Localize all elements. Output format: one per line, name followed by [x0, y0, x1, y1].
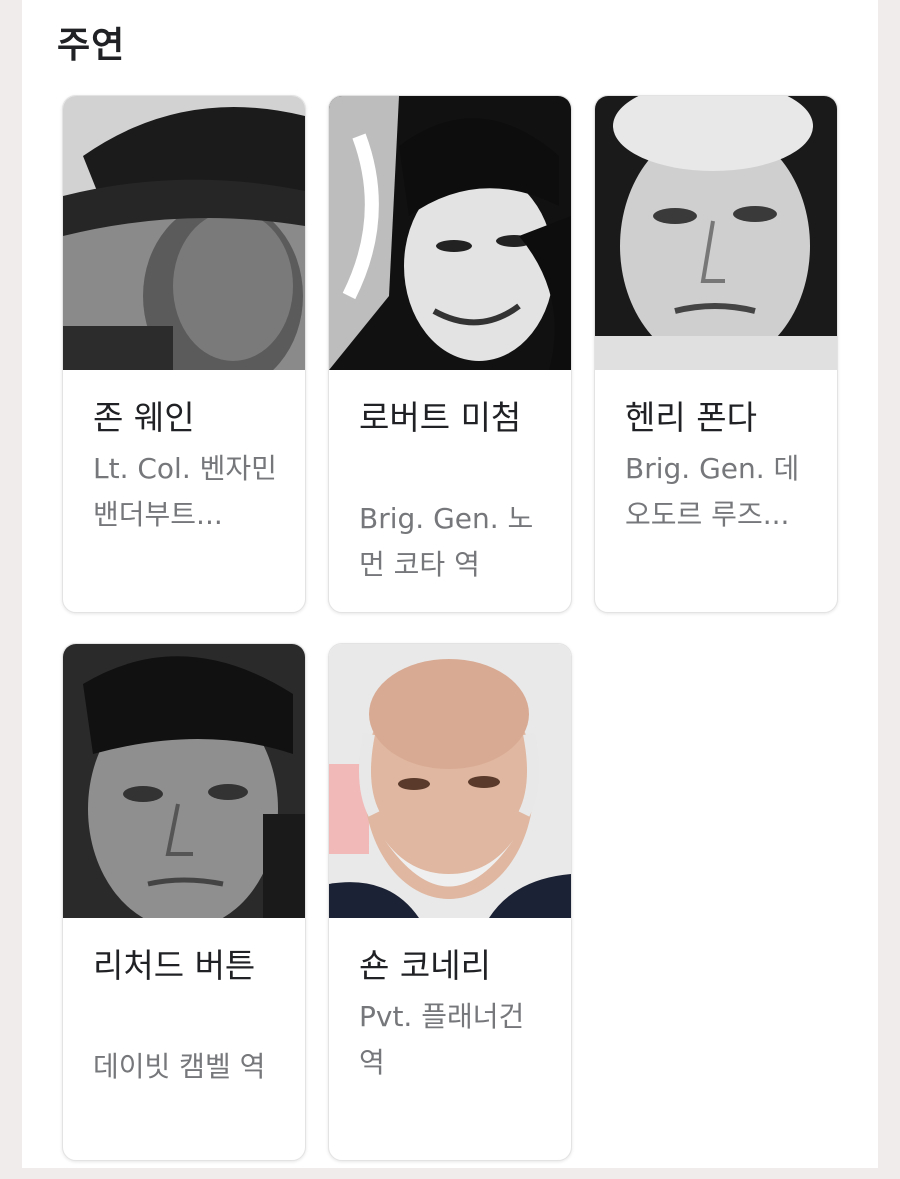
cast-card-robert-mitchum[interactable]: 로버트 미첨 Brig. Gen. 노먼 코타 역	[328, 95, 572, 613]
actor-name: 로버트 미첨	[359, 398, 522, 437]
actor-photo	[63, 644, 305, 918]
actor-name: 존 웨인	[93, 398, 195, 437]
actor-role: Pvt. 플래너건 역	[359, 1000, 525, 1079]
actor-name: 헨리 폰다	[625, 398, 757, 437]
page-background	[0, 1168, 900, 1179]
actor-photo	[329, 96, 571, 370]
actor-photo	[63, 96, 305, 370]
section-title: 주연	[57, 25, 126, 66]
actor-photo	[595, 96, 837, 370]
cast-card-henry-fonda[interactable]: 헨리 폰다 Brig. Gen. 데오도르 루즈...	[594, 95, 838, 613]
actor-name: 리처드 버튼	[93, 946, 256, 985]
actor-role: Lt. Col. 벤자민 밴더부트...	[93, 452, 277, 531]
actor-photo	[329, 644, 571, 918]
cast-card-richard-burton[interactable]: 리처드 버튼 데이빗 캠벨 역	[62, 643, 306, 1161]
actor-name: 숀 코네리	[359, 946, 491, 985]
actor-role: 데이빗 캠벨 역	[93, 1050, 266, 1083]
actor-role: Brig. Gen. 노먼 코타 역	[359, 502, 534, 581]
cast-panel: 주연 존 웨인 Lt. Col. 벤자민 밴더부트... 로버트 미첨 Brig…	[22, 0, 878, 1168]
cast-card-sean-connery[interactable]: 숀 코네리 Pvt. 플래너건 역	[328, 643, 572, 1161]
actor-role: Brig. Gen. 데오도르 루즈...	[625, 452, 800, 531]
cast-card-john-wayne[interactable]: 존 웨인 Lt. Col. 벤자민 밴더부트...	[62, 95, 306, 613]
